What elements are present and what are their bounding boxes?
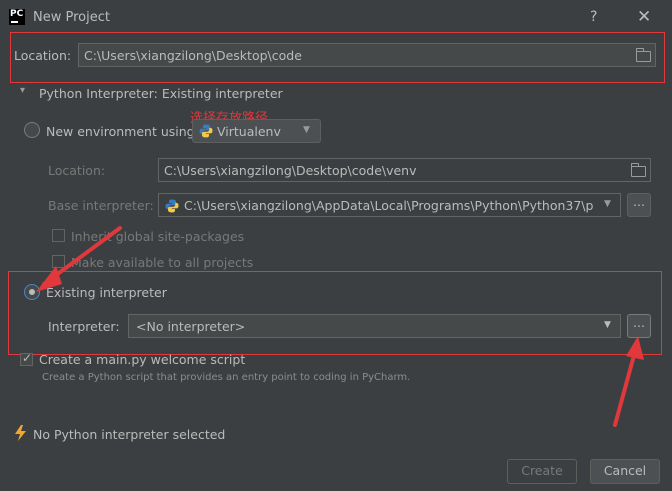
lightning-icon	[15, 425, 26, 441]
welcome-script-description: Create a Python script that provides an …	[42, 372, 411, 383]
checkmark-icon: ✓	[22, 351, 33, 365]
cancel-button[interactable]: Cancel	[590, 459, 660, 484]
annotation-arrows	[36, 226, 644, 427]
status-text: No Python interpreter selected	[33, 427, 226, 442]
create-button[interactable]: Create	[507, 459, 577, 484]
arrow-to-radio	[36, 226, 122, 292]
welcome-script-label[interactable]: Create a main.py welcome script	[39, 352, 245, 367]
arrow-to-browse-button	[613, 336, 644, 427]
welcome-script-checkbox[interactable]: ✓	[20, 351, 33, 366]
